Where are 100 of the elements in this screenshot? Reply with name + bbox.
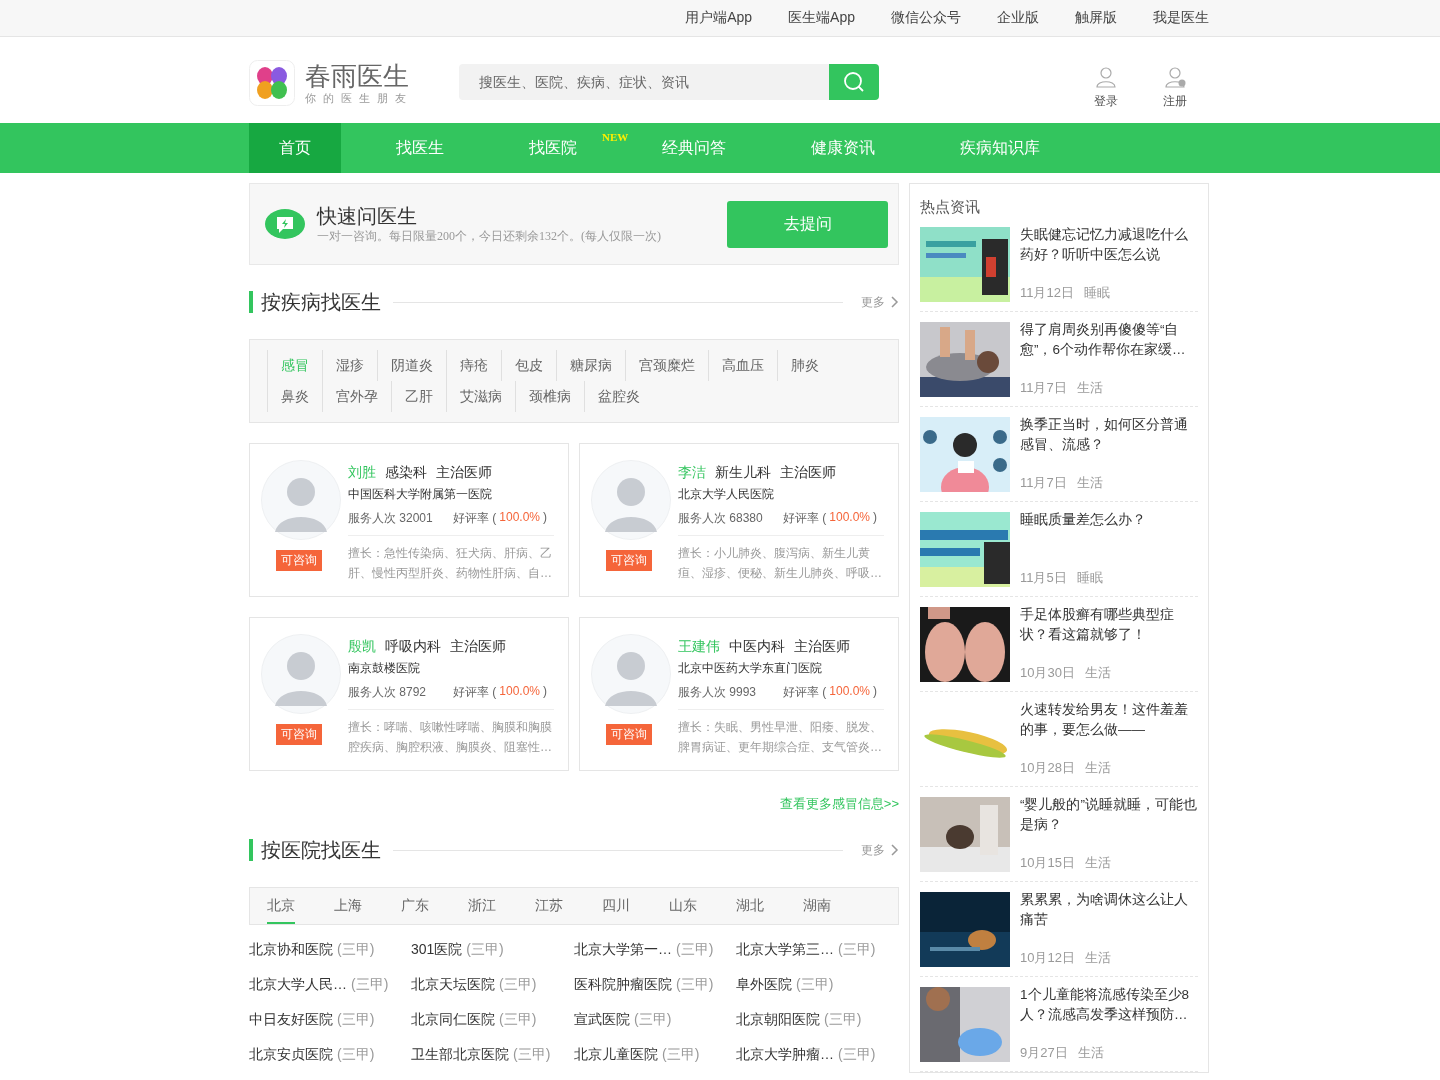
news-date: 9月27日 [1020, 1044, 1068, 1062]
news-title[interactable]: 得了肩周炎别再傻傻等“自愈”，6个动作帮你在家缓… [1020, 320, 1198, 360]
chevron-right-icon[interactable] [891, 844, 899, 856]
more-link[interactable]: 更多 [861, 293, 885, 311]
rating-bracket: ) [873, 684, 878, 700]
consult-badge: 可咨询 [606, 724, 652, 745]
disease-tag[interactable]: 高血压 [708, 350, 777, 381]
news-date: 11月7日 [1020, 474, 1067, 492]
news-title[interactable]: 睡眠质量差怎么办？ [1020, 510, 1146, 530]
hospital-level: (三甲) [662, 1045, 700, 1064]
hospital-level: (三甲) [499, 975, 537, 994]
disease-tag[interactable]: 阴道炎 [377, 350, 446, 381]
hospital-level: (三甲) [634, 1010, 672, 1029]
nav-tab[interactable]: 首页 [249, 123, 341, 173]
disease-tag[interactable]: 包皮 [501, 350, 556, 381]
hospital-link[interactable]: 北京天坛医院 [411, 975, 495, 994]
disease-tag[interactable]: 乙肝 [391, 381, 446, 412]
hospital-link[interactable]: 北京同仁医院 [411, 1010, 495, 1029]
disease-tag[interactable]: 肺炎 [777, 350, 832, 381]
new-label: NEW [602, 131, 629, 143]
quick-ask-title: 快速问医生 [317, 203, 418, 228]
hospital-link[interactable]: 北京大学第一… [574, 940, 672, 959]
chat-bubble-icon [265, 209, 305, 239]
news-title[interactable]: “婴儿般的”说睡就睡，可能也是病？ [1020, 795, 1198, 835]
hospital-link[interactable]: 北京安贞医院 [249, 1045, 333, 1064]
logo-icon[interactable] [249, 60, 295, 106]
doctor-card[interactable]: 可咨询 殷凯 呼吸内科 主治医师 南京鼓楼医院 服务人次 8792 好评率 ( 100.0% ) 擅长：哮喘、咳嗽性哮喘、胸膜和胸膜腔疾病、胸腔积液、胸膜炎、阻塞性… [249, 617, 569, 771]
panel-title: 热点资讯 [920, 198, 981, 217]
hospital-link[interactable]: 卫生部北京医院 [411, 1045, 509, 1064]
hospital-link[interactable]: 中日友好医院 [249, 1010, 333, 1029]
chevron-right-icon[interactable] [891, 296, 899, 308]
news-category: 生活 [1084, 854, 1111, 872]
news-category: 生活 [1084, 949, 1111, 967]
quick-ask-subtitle: 一对一咨询。每日限量200个，今日还剩余132个。(每人仅限一次) [317, 227, 661, 245]
hospital-link[interactable]: 北京大学人民… [249, 975, 347, 994]
service-count: 服务人次 68380 [678, 510, 764, 527]
hospital-link[interactable]: 阜外医院 [736, 975, 792, 994]
hospital-link[interactable]: 北京儿童医院 [574, 1045, 658, 1064]
region-tab[interactable]: 四川 [602, 888, 630, 924]
top-link[interactable]: 医生端App [788, 9, 855, 27]
more-link[interactable]: 更多 [861, 841, 885, 859]
hospital-link[interactable]: 北京大学肿瘤… [736, 1045, 834, 1064]
news-title[interactable]: 换季正当时，如何区分普通感冒、流感？ [1020, 415, 1198, 455]
region-tab[interactable]: 北京 [267, 888, 295, 924]
disease-tag[interactable]: 湿疹 [322, 350, 377, 381]
hospital-level: (三甲) [337, 1045, 375, 1064]
disease-tag[interactable]: 艾滋病 [446, 381, 515, 412]
account-link[interactable]: 登录 [1094, 64, 1118, 110]
doctor-specialty: 擅长：小儿肺炎、腹泻病、新生儿黄疸、湿疹、便秘、新生儿肺炎、呼吸… [678, 545, 883, 582]
top-link[interactable]: 微信公众号 [891, 9, 961, 27]
top-link[interactable]: 我是医生 [1153, 9, 1209, 27]
hospital-link[interactable]: 301医院 [411, 940, 463, 959]
rating-value: 100.0% [499, 684, 541, 700]
disease-tag[interactable]: 宫颈糜烂 [625, 350, 708, 381]
hospital-link[interactable]: 北京协和医院 [249, 940, 333, 959]
doctor-hospital: 南京鼓楼医院 [348, 660, 421, 677]
region-tab[interactable]: 湖南 [803, 888, 831, 924]
doctor-card[interactable]: 可咨询 李洁 新生儿科 主治医师 北京大学人民医院 服务人次 68380 好评率 ( 100.0% ) 擅长：小儿肺炎、腹泻病、新生儿黄疸、湿疹、便秘、新生儿肺炎、呼吸… [579, 443, 899, 597]
rating-label: 好评率 ( [783, 684, 827, 701]
disease-tag[interactable]: 盆腔炎 [584, 381, 653, 412]
region-tab[interactable]: 上海 [334, 888, 362, 924]
news-category: 生活 [1077, 1044, 1104, 1062]
hospital-level: (三甲) [466, 940, 504, 959]
doctor-card[interactable]: 可咨询 刘胜 感染科 主治医师 中国医科大学附属第一医院 服务人次 32001 好评率 ( 100.0% ) 擅长：急性传染病、狂犬病、肝病、乙肝、慢性丙型肝炎、药物性肝病、自… [249, 443, 569, 597]
news-title[interactable]: 失眠健忘记忆力减退吃什么药好？听听中医怎么说 [1020, 225, 1198, 265]
doctor-card[interactable]: 可咨询 王建伟 中医内科 主治医师 北京中医药大学东直门医院 服务人次 9993 好评率 ( 100.0% ) 擅长：失眠、男性早泄、阳痿、脱发、脾胃病证、更年期综合症、支气管炎… [579, 617, 899, 771]
hospital-link[interactable]: 宣武医院 [574, 1010, 630, 1029]
region-tab[interactable]: 浙江 [468, 888, 496, 924]
disease-tag[interactable]: 痔疮 [446, 350, 501, 381]
region-tab[interactable]: 湖北 [736, 888, 764, 924]
search-icon [843, 71, 865, 93]
hospital-level: (三甲) [796, 975, 834, 994]
account-link[interactable]: 注册 [1163, 64, 1187, 110]
news-category: 睡眠 [1083, 284, 1110, 302]
region-tab[interactable]: 江苏 [535, 888, 563, 924]
doctor-hospital: 中国医科大学附属第一医院 [348, 486, 493, 503]
top-link[interactable]: 触屏版 [1075, 9, 1117, 27]
region-tab[interactable]: 山东 [669, 888, 697, 924]
news-title[interactable]: 手足体股癣有哪些典型症状？看这篇就够了！ [1020, 605, 1198, 645]
hospital-link[interactable]: 北京朝阳医院 [736, 1010, 820, 1029]
news-category: 睡眠 [1076, 569, 1103, 587]
rating-bracket: ) [543, 510, 548, 526]
service-count: 服务人次 32001 [348, 510, 434, 527]
disease-tag[interactable]: 糖尿病 [556, 350, 625, 381]
news-date: 10月28日 [1020, 759, 1075, 777]
disease-tag[interactable]: 鼻炎 [267, 381, 322, 412]
search-field[interactable]: 搜医生、医院、疾病、症状、资讯 [459, 64, 829, 100]
region-tab[interactable]: 广东 [401, 888, 429, 924]
news-title[interactable]: 1个儿童能将流感传染至少8人？流感高发季这样预防… [1020, 985, 1198, 1025]
logo-tagline: 你的医生朋友 [305, 90, 413, 106]
news-title[interactable]: 累累累，为啥调休这么让人痛苦 [1020, 890, 1198, 930]
hospital-level: (三甲) [838, 940, 876, 959]
disease-tag[interactable]: 宫外孕 [322, 381, 391, 412]
news-title[interactable]: 火速转发给男友！这件羞羞的事，要怎么做—— [1020, 700, 1198, 740]
hospital-link[interactable]: 医科院肿瘤医院 [574, 975, 672, 994]
hospital-link[interactable]: 北京大学第三… [736, 940, 834, 959]
news-category: 生活 [1084, 664, 1111, 682]
disease-tag[interactable]: 颈椎病 [515, 381, 584, 412]
top-link[interactable]: 企业版 [997, 9, 1039, 27]
top-link[interactable]: 用户端App [685, 9, 753, 27]
